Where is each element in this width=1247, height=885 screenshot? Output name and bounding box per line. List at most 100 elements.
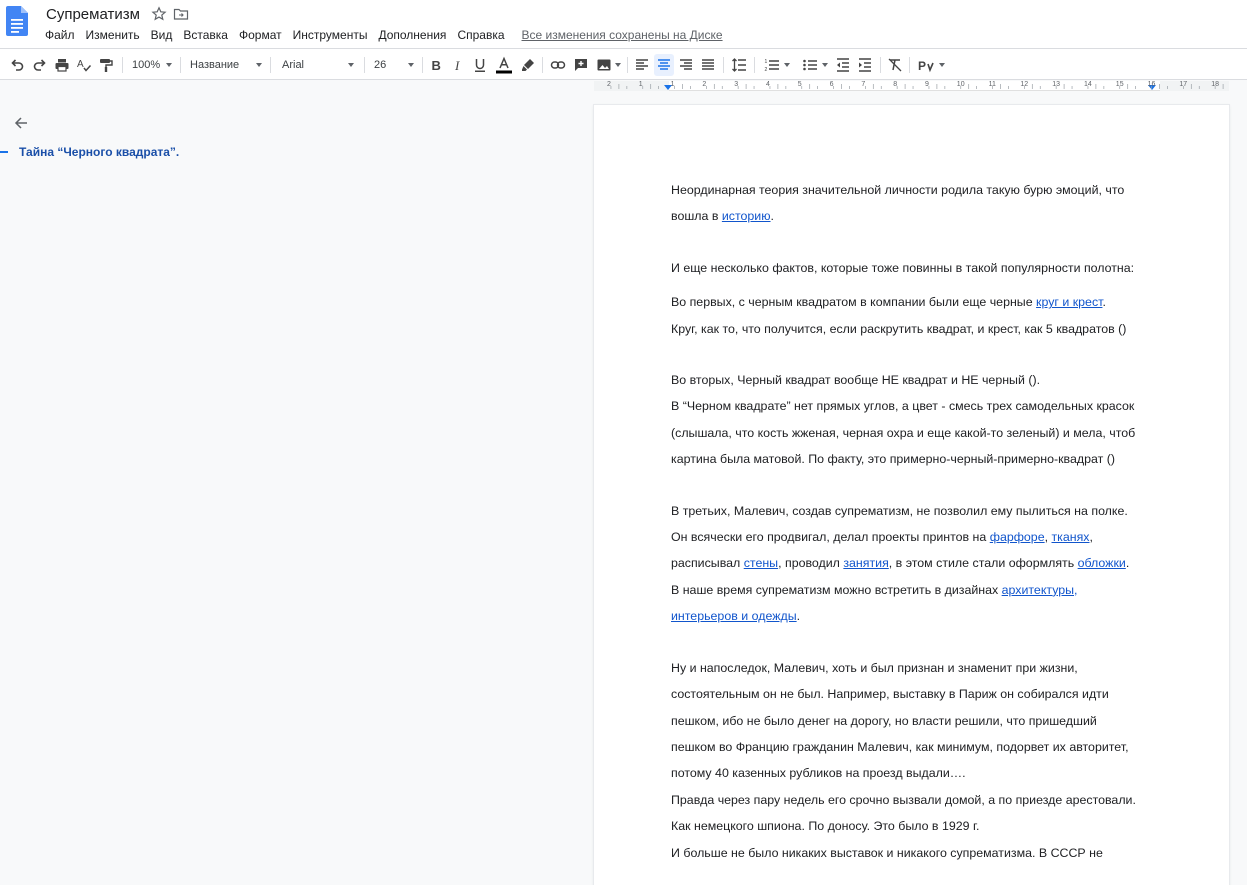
line-spacing-icon[interactable]	[729, 54, 749, 76]
menu-view[interactable]: Вид	[151, 28, 173, 42]
text-line: вошла в историю.	[671, 209, 774, 224]
link-architecture[interactable]: архитектуры,	[1002, 583, 1078, 597]
font-size-select[interactable]: 26	[370, 54, 418, 76]
menu-edit[interactable]: Изменить	[86, 28, 140, 42]
link-fabrics[interactable]: тканях	[1052, 530, 1090, 544]
outline-active-marker	[0, 151, 8, 153]
ruler-number: 16	[1147, 81, 1156, 88]
increase-indent-icon[interactable]	[855, 54, 875, 76]
highlight-icon[interactable]	[518, 54, 538, 76]
toolbar-separator	[880, 57, 881, 73]
clear-formatting-icon[interactable]	[885, 54, 905, 76]
bold-icon[interactable]: B	[426, 54, 446, 76]
undo-icon[interactable]	[7, 54, 27, 76]
text-line: И больше не было никаких выставок и ника…	[671, 845, 1103, 860]
text-line: Во вторых, Черный квадрат вообще НЕ квад…	[671, 373, 1041, 388]
redo-icon[interactable]	[30, 54, 50, 76]
align-left-icon[interactable]	[632, 54, 652, 76]
insert-image-icon[interactable]	[593, 54, 623, 76]
ruler-number: 14	[1084, 81, 1092, 88]
ruler-number: 5	[797, 81, 802, 88]
input-tools-icon[interactable]: Р	[914, 54, 948, 76]
toolbar-separator	[422, 57, 423, 73]
print-icon[interactable]	[52, 54, 72, 76]
ruler-number: 1	[638, 81, 643, 88]
ruler-number: 4	[766, 81, 770, 88]
text-line: В “Черном квадрате” нет прямых углов, а …	[671, 399, 1135, 414]
text-line: Ну и напоследок, Малевич, хоть и был при…	[671, 660, 1078, 675]
style-select[interactable]: Название	[186, 54, 266, 76]
link-icon[interactable]	[548, 54, 568, 76]
link-porcelain[interactable]: фарфоре	[990, 530, 1045, 544]
ruler-number: 13	[1052, 81, 1060, 88]
svg-text:1: 1	[765, 59, 768, 65]
paint-format-icon[interactable]	[96, 54, 116, 76]
document-page[interactable]: Неординарная теория значительной личност…	[594, 105, 1229, 885]
menu-addons[interactable]: Дополнения	[378, 28, 446, 42]
font-value: Arial	[282, 59, 305, 71]
text-line: В наше время супрематизм можно встретить…	[671, 582, 1078, 597]
menu-tools[interactable]: Инструменты	[293, 28, 368, 42]
link-circle-cross[interactable]: круг и крест	[1036, 295, 1102, 309]
underline-icon[interactable]	[470, 54, 490, 76]
align-right-icon[interactable]	[676, 54, 696, 76]
ruler-number: 11	[988, 81, 996, 88]
menu-format[interactable]: Формат	[239, 28, 282, 42]
align-center-icon[interactable]	[654, 54, 674, 76]
ruler-number: 2	[702, 81, 707, 88]
toolbar-separator	[754, 57, 755, 73]
spellcheck-icon[interactable]: A	[74, 54, 94, 76]
move-to-folder-icon[interactable]	[173, 6, 189, 22]
outline-item-label: Тайна “Черного квадрата”.	[19, 145, 180, 159]
italic-icon[interactable]: I	[448, 54, 468, 76]
decrease-indent-icon[interactable]	[833, 54, 853, 76]
chevron-down-icon	[256, 63, 262, 67]
toolbar-separator	[627, 57, 628, 73]
toolbar-separator	[909, 57, 910, 73]
svg-text:B: B	[432, 58, 441, 73]
chevron-down-icon	[938, 63, 945, 67]
link-history[interactable]: историю	[722, 209, 771, 223]
add-comment-icon[interactable]	[571, 54, 591, 76]
horizontal-ruler[interactable]: 2 1 1 2 3 4 5 6 7 8 9 10 11 12 13 14 15 16 17 18	[594, 81, 1229, 91]
font-select[interactable]: Arial	[278, 54, 358, 76]
text-line: Он всячески его продвигал, делал проекты…	[671, 530, 1093, 545]
text-line: пешком во Францию гражданин Малевич, как…	[671, 739, 1129, 754]
text-line: расписывал стены, проводил занятия, в эт…	[671, 556, 1130, 571]
menu-insert[interactable]: Вставка	[183, 28, 228, 42]
text-line: Как немецкого шпиона. По доносу. Это был…	[671, 819, 980, 834]
link-covers[interactable]: обложки	[1078, 556, 1126, 570]
outline-item[interactable]: Тайна “Черного квадрата”.	[0, 145, 179, 159]
menu-help[interactable]: Справка	[457, 28, 504, 42]
link-classes[interactable]: занятия	[843, 556, 888, 570]
saved-status-link[interactable]: Все изменения сохранены на Диске	[522, 28, 723, 42]
toolbar-separator	[542, 57, 543, 73]
chevron-down-icon	[822, 63, 828, 67]
numbered-list-icon[interactable]: 12	[760, 54, 794, 76]
text-line: Неординарная теория значительной личност…	[671, 183, 1125, 197]
svg-text:Р: Р	[918, 59, 926, 73]
text-line: (слышала, что кость жженая, черная охра …	[671, 425, 1136, 440]
text-color-icon[interactable]	[493, 54, 515, 76]
text-line: И еще несколько фактов, которые тоже пов…	[671, 260, 1135, 275]
document-body[interactable]: Неординарная теория значительной личност…	[671, 177, 1161, 866]
app-header: Супрематизм Файл Изменить Вид Вставка Фо…	[0, 0, 1247, 48]
menu-file[interactable]: Файл	[45, 28, 75, 42]
back-arrow-icon[interactable]	[12, 114, 30, 132]
text-line: интерьеров и одежды.	[671, 609, 801, 624]
document-title[interactable]: Супрематизм	[46, 6, 140, 23]
star-icon[interactable]	[151, 6, 167, 22]
ruler-number: 18	[1211, 81, 1219, 88]
bulleted-list-icon[interactable]	[798, 54, 832, 76]
docs-logo-icon[interactable]	[6, 6, 28, 36]
link-walls[interactable]: стены	[744, 556, 778, 570]
link-interiors-clothes[interactable]: интерьеров и одежды	[671, 609, 797, 623]
text-line: состоятельным он не был. Например, выста…	[671, 687, 1109, 702]
align-justify-icon[interactable]	[698, 54, 718, 76]
chevron-down-icon	[408, 63, 414, 67]
toolbar-separator	[364, 57, 365, 73]
style-value: Название	[190, 59, 240, 71]
zoom-select[interactable]: 100%	[128, 54, 176, 76]
text-line: пешком, ибо не было денег на дорогу, но …	[671, 713, 1097, 728]
ruler-number: 2	[607, 81, 611, 88]
